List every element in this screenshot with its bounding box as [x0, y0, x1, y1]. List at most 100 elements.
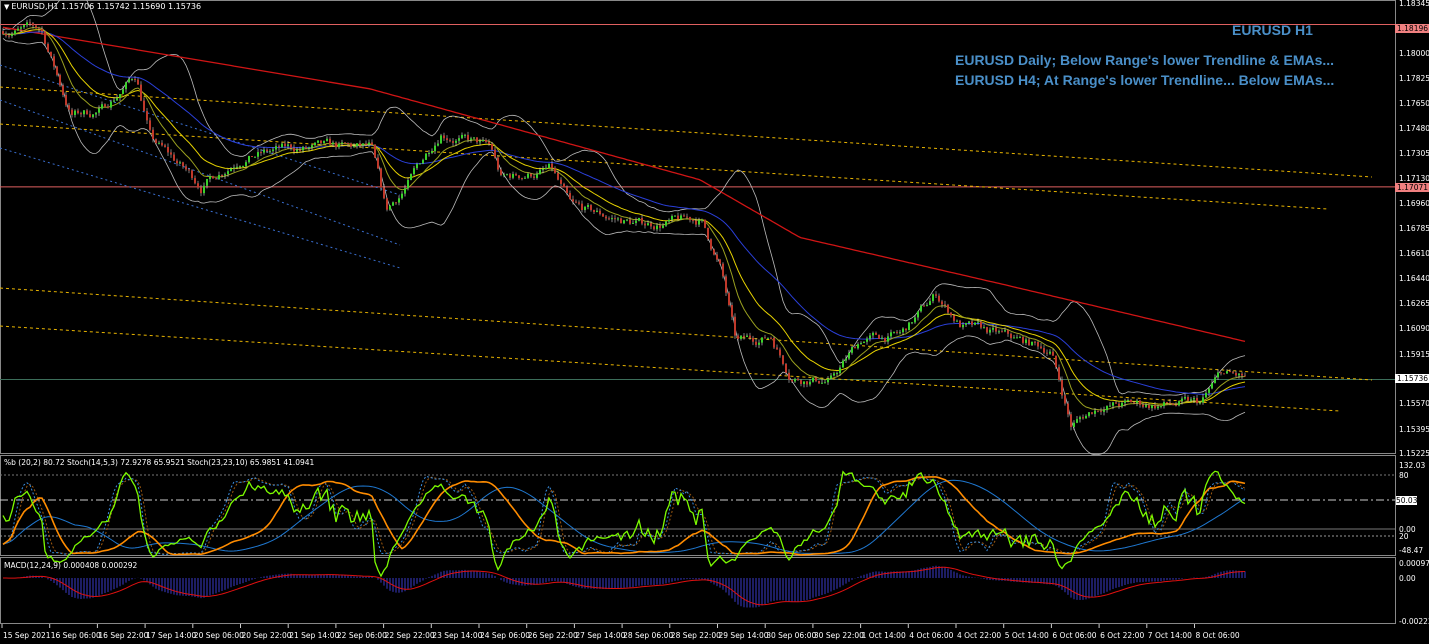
- candle: [1034, 340, 1036, 346]
- candle-body: [977, 321, 979, 323]
- candle-body: [710, 239, 712, 250]
- candle-body: [821, 382, 823, 384]
- candle: [1046, 349, 1048, 356]
- candle-body: [1175, 404, 1177, 406]
- candle-body: [797, 378, 799, 381]
- candle: [1055, 355, 1057, 369]
- candle: [317, 140, 319, 144]
- candle: [1202, 393, 1204, 405]
- candle: [641, 214, 643, 226]
- candle-body: [524, 177, 526, 179]
- candle-body: [401, 193, 403, 199]
- candle-body: [86, 110, 88, 115]
- oscillator-axis-label: 20: [1399, 532, 1409, 541]
- candle-body: [1244, 375, 1246, 377]
- candle: [917, 311, 919, 321]
- candle-body: [1037, 342, 1039, 347]
- candle: [71, 107, 73, 118]
- price-axis-label: 1.17130: [1399, 174, 1429, 184]
- candle-body: [1214, 377, 1216, 384]
- candle: [725, 274, 727, 296]
- candle-body: [1010, 333, 1012, 339]
- candle-body: [734, 316, 736, 336]
- macd-axis-label: -0.002224: [1399, 617, 1429, 626]
- candle-body: [644, 223, 646, 226]
- candle-body: [863, 341, 865, 343]
- candle: [257, 149, 259, 160]
- candle: [863, 341, 865, 344]
- candle: [35, 25, 37, 29]
- time-axis-label: 4 Oct 06:00: [909, 631, 954, 640]
- candle-body: [1133, 402, 1135, 404]
- candle-body: [140, 84, 142, 101]
- candle-body: [881, 337, 883, 339]
- dropdown-triangle-icon[interactable]: ▼: [4, 3, 9, 11]
- candle-body: [932, 294, 934, 302]
- candle-body: [818, 380, 820, 384]
- candle-body: [1202, 397, 1204, 403]
- candle-body: [1079, 417, 1081, 420]
- candle-body: [146, 111, 148, 121]
- candle-body: [1052, 351, 1054, 356]
- candle: [620, 217, 622, 224]
- candle: [845, 355, 847, 364]
- candle: [782, 355, 784, 366]
- candle-body: [449, 140, 451, 142]
- candle-body: [212, 176, 214, 179]
- candle: [158, 140, 160, 145]
- candle: [1022, 336, 1024, 345]
- candle-body: [626, 219, 628, 221]
- candle-body: [1103, 410, 1105, 412]
- candle: [83, 110, 85, 118]
- candle: [386, 198, 388, 212]
- bollinger-lower: [2, 38, 1246, 456]
- candle-body: [224, 174, 226, 176]
- candle-body: [1136, 400, 1138, 403]
- candle-body: [248, 156, 250, 163]
- candle-body: [905, 328, 907, 331]
- candle-body: [1151, 405, 1153, 409]
- candle: [884, 337, 886, 345]
- candle-body: [74, 110, 76, 115]
- candle: [170, 149, 172, 158]
- candle: [1160, 405, 1162, 409]
- stoch-slow-line: [2, 476, 1246, 556]
- candle: [1058, 364, 1060, 382]
- candle: [401, 191, 403, 200]
- candle-body: [425, 153, 427, 160]
- candle-body: [80, 113, 82, 115]
- candle: [1196, 394, 1198, 406]
- candle-body: [329, 138, 331, 145]
- candle-body: [236, 166, 238, 168]
- candle-body: [896, 331, 898, 333]
- candle: [395, 201, 397, 205]
- candle-body: [221, 175, 223, 177]
- candle-body: [269, 151, 271, 153]
- candle: [140, 81, 142, 102]
- candle-body: [980, 321, 982, 328]
- candle: [908, 321, 910, 331]
- candle-body: [938, 295, 940, 302]
- candle: [335, 141, 337, 150]
- candle-body: [608, 218, 610, 220]
- candle: [584, 205, 586, 213]
- candle-body: [293, 147, 295, 152]
- candle-body: [491, 143, 493, 150]
- candle: [776, 344, 778, 350]
- candle: [191, 169, 193, 181]
- candle-body: [446, 138, 448, 141]
- candle-body: [389, 205, 391, 210]
- candle-body: [563, 183, 565, 188]
- candle-body: [719, 259, 721, 264]
- candle-body: [1196, 398, 1198, 404]
- chart-canvas[interactable]: [0, 0, 1429, 644]
- candle: [1127, 398, 1129, 403]
- candle: [617, 217, 619, 222]
- time-axis-label: 29 Sep 14:00: [718, 631, 769, 640]
- candle-body: [1067, 403, 1069, 415]
- candle-body: [806, 381, 808, 385]
- time-axis-label: 17 Sep 14:00: [146, 631, 197, 640]
- candle-body: [926, 305, 928, 307]
- candle-body: [518, 175, 520, 179]
- candle-body: [464, 134, 466, 136]
